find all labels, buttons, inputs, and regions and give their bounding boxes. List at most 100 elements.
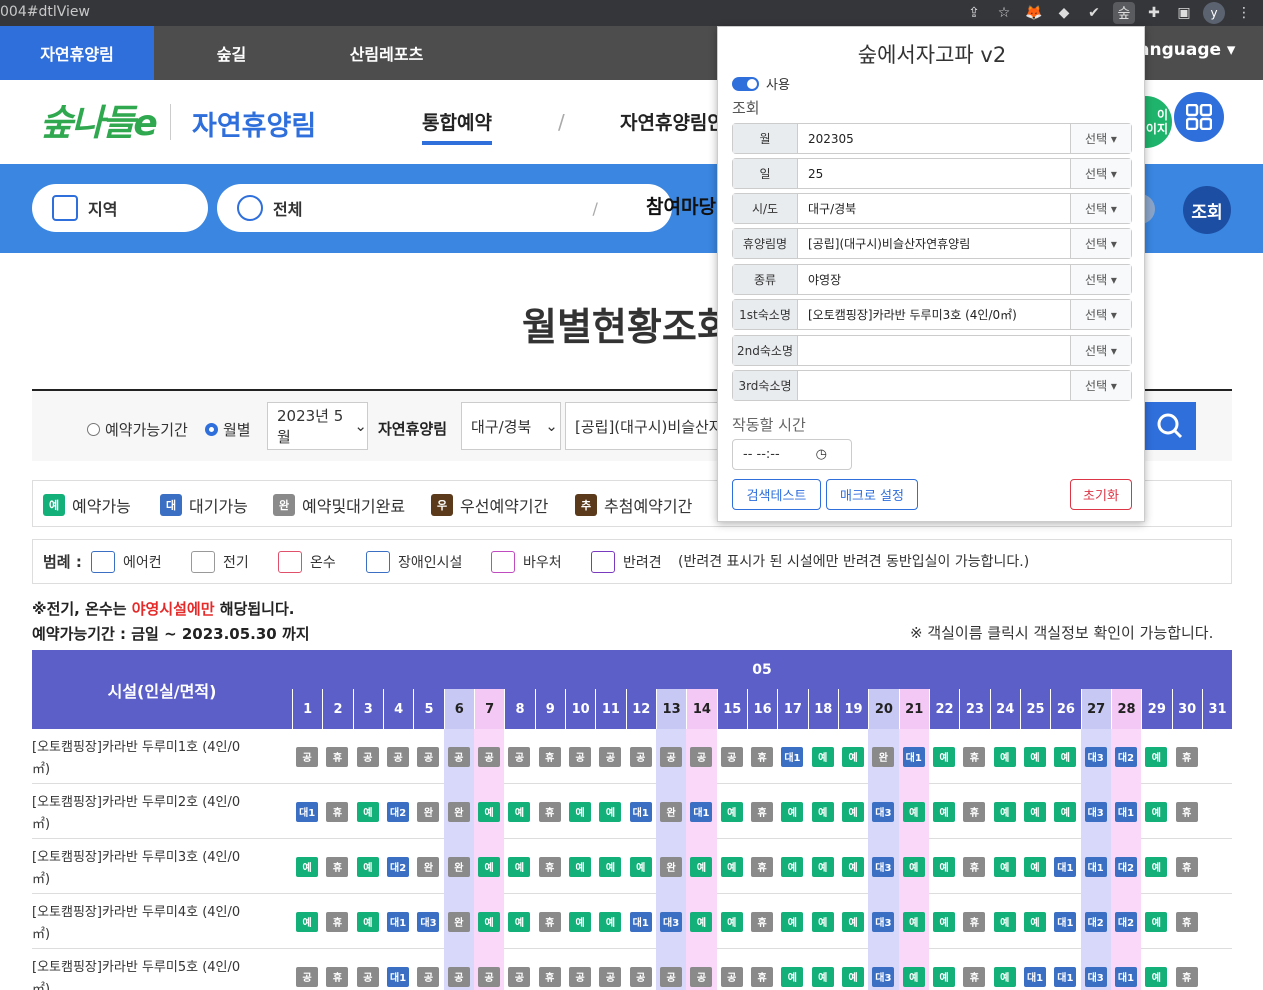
- status-badge[interactable]: 대1: [1115, 966, 1138, 987]
- status-badge[interactable]: 예: [508, 856, 531, 877]
- status-badge[interactable]: 대1: [387, 966, 410, 987]
- sidepanel-icon[interactable]: ▣: [1173, 2, 1195, 24]
- field-value-input[interactable]: 202305: [798, 124, 1071, 153]
- status-badge[interactable]: 예: [478, 801, 501, 822]
- site-subtitle[interactable]: 자연휴양림: [192, 104, 316, 143]
- menu-integrated-reservation[interactable]: 통합예약: [422, 108, 492, 145]
- status-badge[interactable]: 예: [902, 966, 925, 987]
- region-select[interactable]: 지역: [32, 184, 208, 232]
- share-icon[interactable]: ⇪: [963, 2, 985, 24]
- extension-icon[interactable]: ◆: [1053, 2, 1075, 24]
- status-badge[interactable]: 예: [811, 801, 834, 822]
- status-badge[interactable]: 대3: [660, 911, 683, 932]
- status-badge[interactable]: 예: [902, 911, 925, 932]
- forest-select[interactable]: [공립](대구시)비슬산자: [565, 402, 725, 450]
- status-badge[interactable]: 예: [1024, 801, 1047, 822]
- menu-participate[interactable]: 참여마당: [646, 192, 716, 219]
- status-badge[interactable]: 예: [993, 911, 1016, 932]
- status-badge[interactable]: 대3: [872, 911, 895, 932]
- macro-settings-button[interactable]: 매크로 설정: [826, 479, 918, 510]
- status-badge[interactable]: 예: [356, 911, 379, 932]
- shield-icon[interactable]: ✔: [1083, 2, 1105, 24]
- status-badge[interactable]: 예: [296, 856, 319, 877]
- address-bar[interactable]: 004#dtlView: [0, 4, 90, 20]
- status-badge[interactable]: 예: [569, 801, 592, 822]
- enable-toggle[interactable]: [732, 77, 759, 91]
- query-button[interactable]: 조회: [1183, 186, 1231, 234]
- status-badge[interactable]: 예: [811, 966, 834, 987]
- status-badge[interactable]: 대2: [387, 801, 410, 822]
- status-badge[interactable]: 예: [569, 856, 592, 877]
- time-input[interactable]: -- --:-- ◷: [732, 439, 852, 470]
- status-badge[interactable]: 예: [1145, 746, 1168, 767]
- grid-menu-button[interactable]: [1174, 92, 1224, 142]
- star-icon[interactable]: ☆: [993, 2, 1015, 24]
- field-select-button[interactable]: 선택 ▾: [1071, 300, 1131, 329]
- status-badge[interactable]: 예: [1054, 801, 1077, 822]
- status-badge[interactable]: 대1: [296, 801, 319, 822]
- sido-select[interactable]: 대구/경북 ⌄: [461, 402, 561, 450]
- status-badge[interactable]: 대1: [902, 746, 925, 767]
- status-badge[interactable]: 예: [1024, 911, 1047, 932]
- status-badge[interactable]: 예: [781, 911, 804, 932]
- status-badge[interactable]: 예: [902, 856, 925, 877]
- status-badge[interactable]: 대2: [1115, 911, 1138, 932]
- status-badge[interactable]: 대2: [1115, 746, 1138, 767]
- status-badge[interactable]: 대1: [1024, 966, 1047, 987]
- status-badge[interactable]: 대1: [629, 911, 652, 932]
- status-badge[interactable]: 예: [842, 856, 865, 877]
- status-badge[interactable]: 대3: [872, 966, 895, 987]
- field-select-button[interactable]: 선택 ▾: [1071, 124, 1131, 153]
- menu-icon[interactable]: ⋮: [1233, 2, 1255, 24]
- status-badge[interactable]: 대1: [1054, 966, 1077, 987]
- status-badge[interactable]: 대1: [1115, 801, 1138, 822]
- facility-name[interactable]: [오토캠핑장]카라반 두루미2호 (4인/0 ㎡): [32, 784, 292, 839]
- status-badge[interactable]: 예: [1145, 801, 1168, 822]
- status-badge[interactable]: 대2: [1084, 911, 1107, 932]
- status-badge[interactable]: 대1: [1054, 911, 1077, 932]
- status-badge[interactable]: 예: [508, 911, 531, 932]
- status-badge[interactable]: 예: [599, 856, 622, 877]
- status-badge[interactable]: 대3: [1084, 746, 1107, 767]
- field-value-input[interactable]: [오토캠핑장]카라반 두루미3호 (4인/0㎡): [798, 300, 1071, 329]
- radio-period[interactable]: 예약가능기간: [87, 419, 188, 440]
- language-select[interactable]: anguage ▾: [1138, 40, 1235, 60]
- status-badge[interactable]: 예: [933, 856, 956, 877]
- status-badge[interactable]: 대1: [690, 801, 713, 822]
- status-badge[interactable]: 대3: [872, 801, 895, 822]
- status-badge[interactable]: 예: [599, 801, 622, 822]
- status-badge[interactable]: 대2: [387, 856, 410, 877]
- radio-monthly[interactable]: 월별: [205, 419, 251, 440]
- status-badge[interactable]: 예: [842, 801, 865, 822]
- status-badge[interactable]: 예: [1145, 856, 1168, 877]
- status-badge[interactable]: 예: [478, 856, 501, 877]
- status-badge[interactable]: 예: [296, 911, 319, 932]
- status-badge[interactable]: 예: [720, 856, 743, 877]
- month-select[interactable]: 2023년 5월 ⌄: [267, 402, 368, 450]
- status-badge[interactable]: 예: [356, 801, 379, 822]
- field-select-button[interactable]: 선택 ▾: [1071, 194, 1131, 223]
- status-badge[interactable]: 예: [811, 746, 834, 767]
- status-badge[interactable]: 예: [1024, 746, 1047, 767]
- status-badge[interactable]: 대1: [1054, 856, 1077, 877]
- status-badge[interactable]: 대3: [1084, 801, 1107, 822]
- status-badge[interactable]: 예: [1054, 746, 1077, 767]
- status-badge[interactable]: 예: [1145, 966, 1168, 987]
- status-badge[interactable]: 예: [720, 911, 743, 932]
- field-value-input[interactable]: 대구/경북: [798, 194, 1071, 223]
- facility-name[interactable]: [오토캠핑장]카라반 두루미3호 (4인/0 ㎡): [32, 839, 292, 894]
- status-badge[interactable]: 대1: [781, 746, 804, 767]
- facility-name[interactable]: [오토캠핑장]카라반 두루미5호 (4인/0 ㎡): [32, 949, 292, 990]
- tab-natural-forest[interactable]: 자연휴양림: [0, 26, 154, 80]
- status-badge[interactable]: 예: [842, 966, 865, 987]
- search-test-button[interactable]: 검색테스트: [732, 479, 821, 510]
- facility-name[interactable]: [오토캠핑장]카라반 두루미4호 (4인/0 ㎡): [32, 894, 292, 949]
- facility-select[interactable]: 전체 /: [217, 184, 672, 232]
- field-value-input[interactable]: 야영장: [798, 265, 1071, 294]
- status-badge[interactable]: 예: [781, 966, 804, 987]
- status-badge[interactable]: 대1: [629, 801, 652, 822]
- field-value-input[interactable]: [798, 336, 1071, 365]
- status-badge[interactable]: 예: [993, 856, 1016, 877]
- tab-sports[interactable]: 산림레포츠: [309, 26, 464, 80]
- status-badge[interactable]: 대1: [1084, 856, 1107, 877]
